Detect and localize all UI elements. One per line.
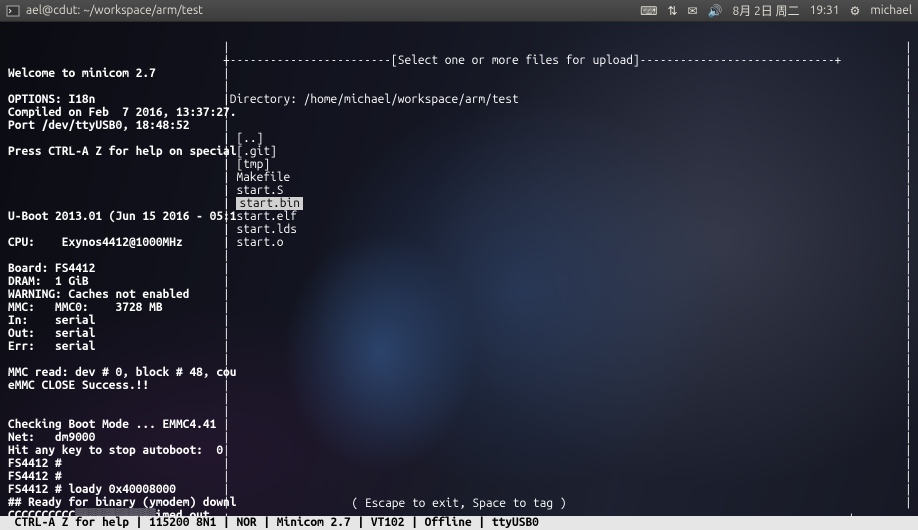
file-item[interactable]: | start.bin <box>223 197 911 210</box>
window-titlebar: ael@cdut: ~/workspace/arm/test ⌨ ⇅ ✉ 🔊 8… <box>0 0 918 22</box>
dialog-hint: ( Escape to exit, Space to tag ) <box>0 497 918 510</box>
terminal-line: FS4412 # <box>8 457 910 470</box>
mail-icon[interactable]: ✉ <box>688 4 698 18</box>
terminal-line: WARNING: Caches not enabled <box>8 288 910 301</box>
keyboard-icon[interactable]: ⌨ <box>640 4 657 18</box>
file-item-selected[interactable]: start.bin <box>236 197 302 210</box>
terminal-line: Out: serial <box>8 327 910 340</box>
file-item[interactable]: | Makefile <box>223 171 911 184</box>
clock-time[interactable]: 19:31 <box>810 4 840 17</box>
dialog-directory: Directory: /home/michael/workspace/arm/t… <box>230 93 519 106</box>
dialog-title-row: +------------------------[Select one or … <box>223 54 911 67</box>
file-item[interactable]: | start.o <box>223 236 911 249</box>
terminal-line: Err: serial <box>8 340 910 353</box>
terminal-line: MMC read: dev # 0, block # 48, cou <box>8 366 910 379</box>
window-title: ael@cdut: ~/workspace/arm/test <box>26 4 203 17</box>
terminal-line: In: serial <box>8 314 910 327</box>
file-item[interactable]: | start.S <box>223 184 911 197</box>
terminal-line: FS4412 # loady 0x40008000 <box>8 483 910 496</box>
terminal-line <box>8 392 910 405</box>
terminal-line: Net: dm9000 <box>8 431 910 444</box>
terminal-line <box>8 353 910 366</box>
terminal-line: eMMC CLOSE Success.!! <box>8 379 910 392</box>
file-upload-dialog: +------------------------[Select one or … <box>223 28 911 275</box>
user-name[interactable]: michael <box>870 4 912 17</box>
file-item[interactable]: | start.lds <box>223 223 911 236</box>
file-list: | [..]| [.git]| [tmp]| Makefile| start.S… <box>223 132 911 249</box>
directory-row: |Directory: /home/michael/workspace/arm/… <box>223 93 911 106</box>
terminal-window[interactable]: Welcome to minicom 2.7OPTIONS: I18nCompi… <box>0 22 918 530</box>
network-updown-icon[interactable]: ⇅ <box>667 4 677 18</box>
terminal-line: DRAM: 1 GiB <box>8 275 910 288</box>
file-item[interactable]: | [..] <box>223 132 911 145</box>
file-item[interactable]: | [tmp] <box>223 158 911 171</box>
dialog-title: [Select one or more files for upload] <box>391 54 640 67</box>
file-item[interactable]: | start.elf <box>223 210 911 223</box>
terminal-line <box>8 405 910 418</box>
terminal-line: Checking Boot Mode ... EMMC4.41 <box>8 418 910 431</box>
terminal-line: MMC: MMC0: 3728 MB <box>8 301 910 314</box>
terminal-line: FS4412 # <box>8 470 910 483</box>
file-item[interactable]: | [.git] <box>223 145 911 158</box>
speaker-icon[interactable]: 🔊 <box>708 4 723 18</box>
terminal-line: Hit any key to stop autoboot: 0 <box>8 444 910 457</box>
terminal-icon <box>6 4 20 18</box>
minicom-statusbar: CTRL-A Z for help | 115200 8N1 | NOR | M… <box>0 516 918 530</box>
settings-icon[interactable]: ⚙ <box>850 4 861 18</box>
clock-date[interactable]: 8月 2日 周二 <box>733 2 800 19</box>
